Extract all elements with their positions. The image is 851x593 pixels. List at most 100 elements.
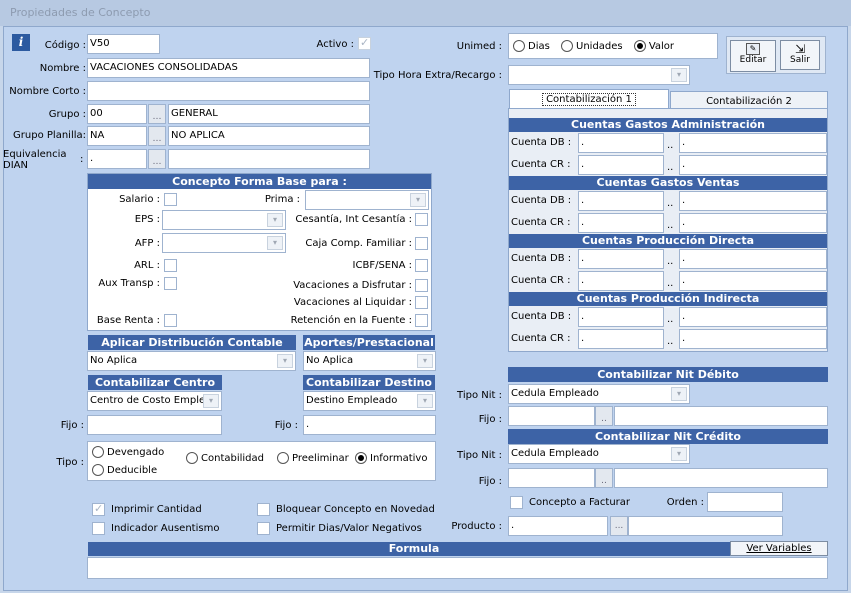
grupo-planilla-lookup-button[interactable]: … <box>148 126 166 146</box>
nit-debito-tipo-select[interactable]: Cedula Empleado ▾ <box>508 384 690 404</box>
vac-disfrutar-label: Vacaciones a Disfrutar : <box>293 280 412 291</box>
salario-checkbox[interactable] <box>164 193 177 206</box>
editar-button[interactable]: ✎ Editar <box>730 40 776 72</box>
cesantia-label: Cesantía, Int Cesantía : <box>295 214 412 225</box>
codigo-field[interactable]: V50 <box>87 34 160 54</box>
grupo-lookup-button[interactable]: … <box>148 104 166 124</box>
arl-checkbox[interactable] <box>164 259 177 272</box>
nit-debito-fijo-field[interactable] <box>508 406 595 426</box>
equivalencia-field[interactable]: . <box>87 149 147 169</box>
cuentas-section-header: Cuentas Producción Indirecta <box>509 292 827 306</box>
formula-field[interactable] <box>87 557 828 579</box>
cuenta-cr-field[interactable]: . <box>578 213 664 233</box>
cuenta-name-field: . <box>679 191 827 211</box>
eps-select[interactable]: ▾ <box>162 210 286 230</box>
tipo-option-contabilidad[interactable]: Contabilidad <box>186 452 264 465</box>
cuenta-lookup-button[interactable]: .. <box>667 162 673 174</box>
distribucion-select[interactable]: No Aplica ▾ <box>87 351 296 371</box>
unimed-option-dias[interactable]: Dias <box>513 40 550 52</box>
unimed-option-unidades[interactable]: Unidades <box>561 40 623 52</box>
orden-field[interactable] <box>707 492 783 512</box>
prima-select[interactable]: ▾ <box>305 190 429 210</box>
bloquear-checkbox[interactable] <box>257 503 270 516</box>
contabilidad-radio-icon <box>186 452 198 464</box>
tipo-hora-label: Tipo Hora Extra/Recargo : <box>373 70 502 81</box>
ver-variables-button[interactable]: Ver Variables <box>730 541 828 556</box>
cesantia-checkbox[interactable] <box>415 213 428 226</box>
cuenta-lookup-button[interactable]: .. <box>667 314 673 326</box>
tipo-option-deducible[interactable]: Deducible <box>92 464 157 477</box>
salir-button[interactable]: ⇲ Salir <box>780 40 820 70</box>
vac-disfrutar-checkbox[interactable] <box>415 279 428 292</box>
ausentismo-checkbox[interactable] <box>92 522 105 535</box>
vac-liquidar-checkbox[interactable] <box>415 296 428 309</box>
cuenta-name-field: . <box>679 329 827 349</box>
tab-contabilizacion-1[interactable]: Contabilización 1 <box>509 89 669 108</box>
nit-credito-header: Contabilizar Nit Crédito <box>508 429 828 444</box>
nit-credito-fijo-field[interactable] <box>508 468 595 488</box>
eps-label: EPS : <box>134 214 160 225</box>
equivalencia-label: Equivalencia DIAN <box>3 149 67 171</box>
chevron-down-icon: ▾ <box>417 394 433 408</box>
centro-select[interactable]: Centro de Costo Emple ▾ <box>87 391 222 411</box>
aportes-select[interactable]: No Aplica ▾ <box>303 351 436 371</box>
destino-fijo-field[interactable]: . <box>303 415 436 435</box>
producto-field[interactable]: . <box>508 516 608 536</box>
nit-credito-fijo-label: Fijo : <box>478 476 502 487</box>
permitir-negativos-checkbox[interactable] <box>257 522 270 535</box>
cuenta-db-field[interactable]: . <box>578 249 664 269</box>
info-icon[interactable]: i <box>12 34 30 51</box>
activo-label: Activo : <box>316 39 354 50</box>
devengado-radio-icon <box>92 446 104 458</box>
nombre-field[interactable]: VACACIONES CONSOLIDADAS <box>87 58 370 78</box>
afp-select[interactable]: ▾ <box>162 233 286 253</box>
nit-credito-name-field <box>614 468 828 488</box>
nit-debito-lookup-button[interactable]: .. <box>595 406 613 426</box>
icbf-checkbox[interactable] <box>415 259 428 272</box>
cuenta-cr-label: Cuenta CR : <box>511 159 571 170</box>
retencion-checkbox[interactable] <box>415 314 428 327</box>
grupo-code-field[interactable]: 00 <box>87 104 147 124</box>
nombre-corto-field[interactable] <box>87 81 370 101</box>
concepto-facturar-checkbox[interactable] <box>510 496 523 509</box>
base-renta-checkbox[interactable] <box>164 314 177 327</box>
cuenta-name-field: . <box>679 213 827 233</box>
tipo-option-devengado[interactable]: Devengado <box>92 446 164 459</box>
centro-fijo-field[interactable] <box>87 415 222 435</box>
chevron-down-icon: ▾ <box>671 387 687 401</box>
imprimir-cantidad-checkbox[interactable] <box>92 502 105 516</box>
cuenta-lookup-button[interactable]: .. <box>667 140 673 152</box>
chevron-down-icon: ▾ <box>410 193 426 207</box>
salario-label: Salario : <box>119 194 160 205</box>
cuenta-db-label: Cuenta DB : <box>511 137 572 148</box>
cuenta-lookup-button[interactable]: .. <box>667 256 673 268</box>
tipo-option-preeliminar[interactable]: Preeliminar <box>277 452 349 465</box>
grupo-planilla-code-field[interactable]: NA <box>87 126 147 146</box>
tipo-option-informativo[interactable]: Informativo <box>355 452 427 465</box>
cuentas-section-header: Cuentas Gastos Ventas <box>509 176 827 190</box>
unimed-option-valor[interactable]: Valor <box>633 40 674 52</box>
cuenta-lookup-button[interactable]: .. <box>667 198 673 210</box>
caja-checkbox[interactable] <box>415 237 428 250</box>
nit-debito-header: Contabilizar Nit Débito <box>508 367 828 382</box>
chevron-down-icon: ▾ <box>203 394 219 408</box>
cuenta-db-field[interactable]: . <box>578 133 664 153</box>
nit-credito-tipo-select[interactable]: Cedula Empleado ▾ <box>508 444 690 464</box>
edit-icon: ✎ <box>746 43 760 55</box>
cuenta-lookup-button[interactable]: .. <box>667 220 673 232</box>
destino-select[interactable]: Destino Empleado ▾ <box>303 391 436 411</box>
activo-checkbox[interactable] <box>358 36 371 50</box>
cuenta-lookup-button[interactable]: .. <box>667 278 673 290</box>
producto-lookup-button[interactable]: ... <box>610 516 628 536</box>
equivalencia-lookup-button[interactable]: … <box>148 149 166 169</box>
cuenta-cr-field[interactable]: . <box>578 329 664 349</box>
aux-transp-checkbox[interactable] <box>164 277 177 290</box>
tipo-hora-select[interactable]: ▾ <box>508 65 690 85</box>
nit-credito-lookup-button[interactable]: .. <box>595 468 613 488</box>
cuenta-db-field[interactable]: . <box>578 191 664 211</box>
cuenta-db-field[interactable]: . <box>578 307 664 327</box>
deducible-radio-icon <box>92 464 104 476</box>
cuenta-cr-field[interactable]: . <box>578 155 664 175</box>
cuenta-cr-field[interactable]: . <box>578 271 664 291</box>
cuenta-lookup-button[interactable]: .. <box>667 336 673 348</box>
